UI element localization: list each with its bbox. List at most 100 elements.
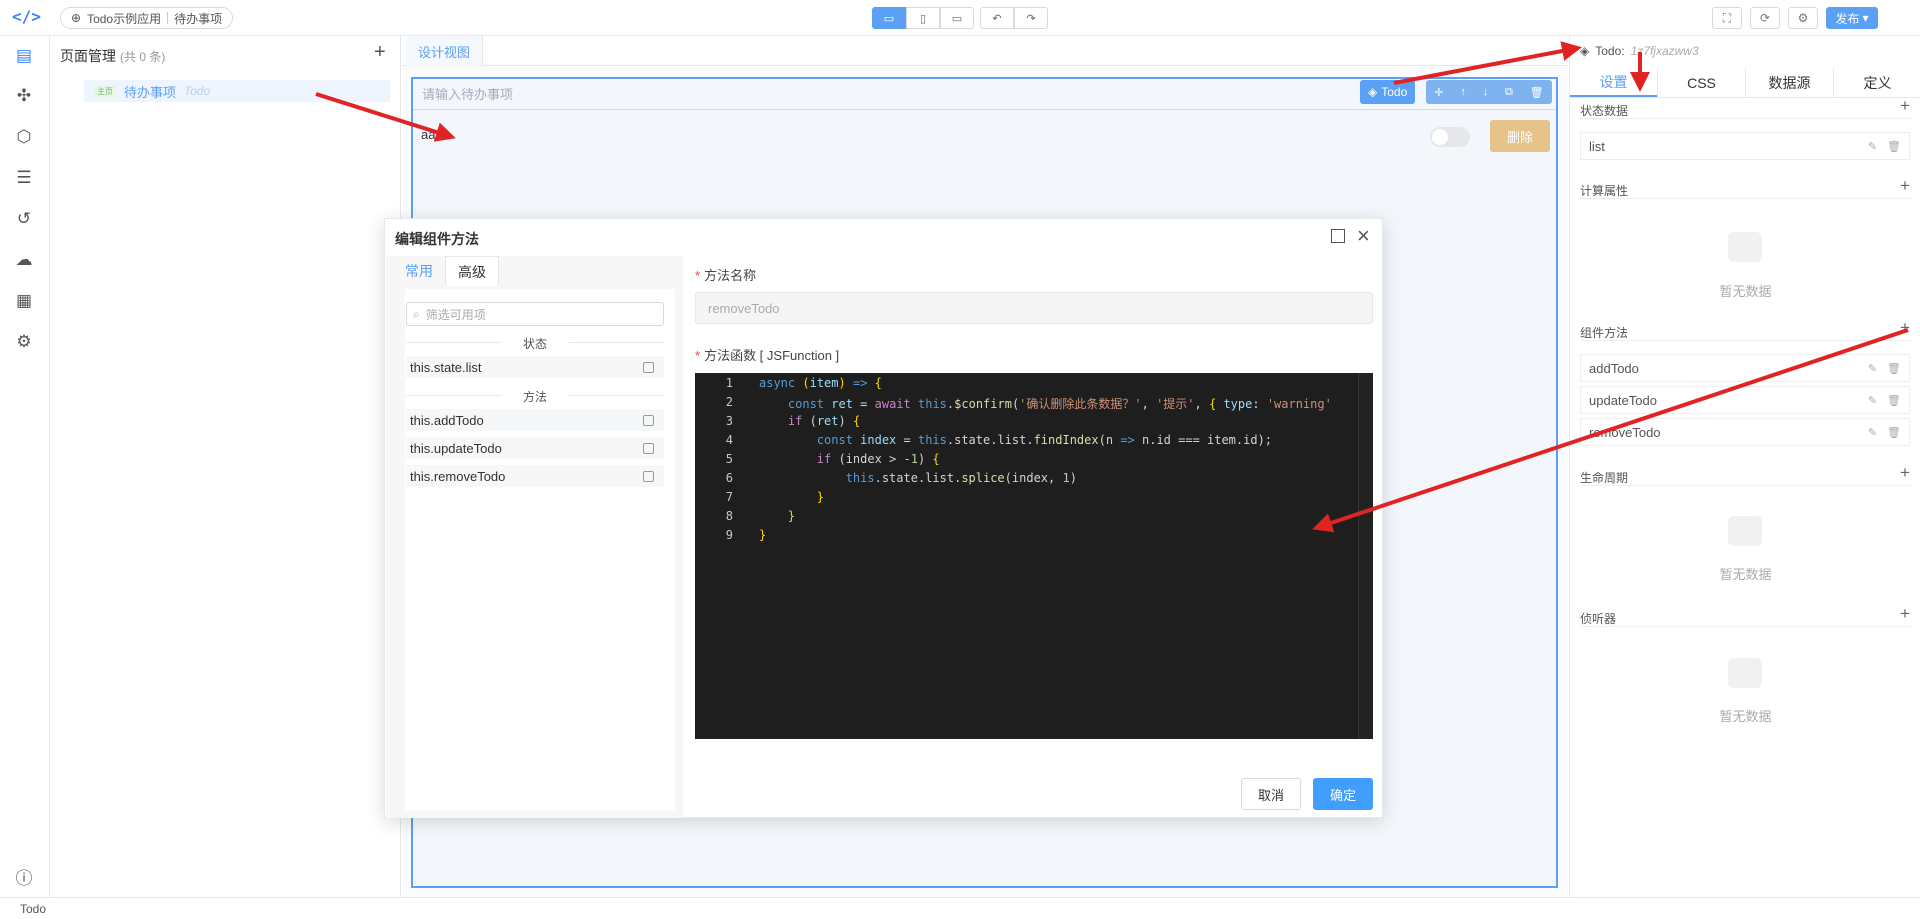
tab-definition[interactable]: 定义 [1833,68,1920,97]
gear-icon[interactable]: ⚙ [12,330,36,354]
add-state-icon[interactable]: + [1900,96,1910,116]
option-item[interactable]: this.removeTodo [406,465,664,487]
todo-done-toggle[interactable] [1430,127,1470,147]
close-icon[interactable]: × [1357,223,1370,249]
add-method-icon[interactable]: + [1900,318,1910,338]
cloud-api-icon[interactable]: ☁ [12,248,36,272]
page-name: 待办事项 [174,11,223,26]
component-id: 1z7fjxazww3 [1630,44,1699,58]
add-page-icon[interactable]: + [374,41,386,64]
undo-icon[interactable]: ↶ [980,7,1014,29]
method-item[interactable]: addTodo ✎ 🗑 [1580,354,1910,382]
tab-common[interactable]: 常用 [393,256,445,286]
apps-grid-icon[interactable]: ▦ [12,289,36,313]
tab-datasource[interactable]: 数据源 [1745,68,1833,97]
component-tools: ✛ ↑ ↓ ⧉ 🗑 [1426,80,1552,104]
layers-icon: ◈ [1580,44,1590,58]
tab-design-view[interactable]: 设计视图 [406,36,484,66]
maximize-icon[interactable] [1331,229,1345,243]
tree-icon[interactable]: ☰ [12,166,36,190]
method-name-input[interactable]: removeTodo [695,292,1373,324]
delete-icon[interactable]: 🗑 [1887,426,1901,439]
trash-icon[interactable]: 🗑 [1530,86,1544,99]
preview-icon[interactable]: ⛶ [1712,7,1742,29]
pages-icon[interactable]: ▤ [12,44,36,68]
add-lifecycle-icon[interactable]: + [1900,463,1910,483]
tab-advanced[interactable]: 高级 [445,256,499,286]
todo-input[interactable]: 请输入待办事项 [422,84,513,103]
group-state-label: 状态 [406,335,664,352]
mobile-icon[interactable]: ▯ [906,7,940,29]
page-panel-title: 页面管理 (共 0 条) [60,48,166,64]
left-icon-rail: ▤ ✣ ⬡ ☰ ↺ ☁ ▦ ⚙ ⓘ [0,36,50,897]
edit-method-dialog: 编辑组件方法 × 常用 高级 ⌕ 筛选可用项 状态 this.state.list… [384,218,1383,818]
section-watchers-title: 侦听器 [1580,612,1617,626]
code-editor[interactable]: 1 2 3 4 5 6 7 8 9 async (item) => { cons… [695,373,1373,739]
arrow-up-icon[interactable]: ↑ [1460,86,1466,98]
back-circle-icon[interactable]: ⊕ [71,11,81,25]
redo-icon[interactable]: ↷ [1014,7,1048,29]
delete-icon[interactable]: 🗑 [1887,362,1901,375]
info-icon[interactable]: ⓘ [12,864,36,888]
empty-box-icon [1728,516,1762,546]
component-header: ◈ Todo: 1z7fjxazww3 [1580,44,1699,58]
home-badge: 主页 [94,84,116,98]
publish-button[interactable]: 发布 ▾ [1826,7,1878,29]
add-computed-icon[interactable]: + [1900,176,1910,196]
dialog-title: 编辑组件方法 [395,231,479,247]
empty-watchers: 暂无数据 [1719,709,1772,724]
filter-input[interactable]: ⌕ 筛选可用项 [406,302,664,326]
method-item[interactable]: updateTodo ✎ 🗑 [1580,386,1910,414]
section-computed-title: 计算属性 [1580,184,1629,198]
refresh-icon[interactable]: ⟳ [1750,7,1780,29]
edit-icon[interactable]: ✎ [1868,426,1877,439]
method-item[interactable]: removeTodo ✎ 🗑 [1580,418,1910,446]
page-item-id: Todo [184,84,211,98]
option-item[interactable]: this.state.list [406,356,664,378]
tab-settings[interactable]: 设置 [1570,68,1657,97]
desktop-icon[interactable]: ▭ [872,7,906,29]
todo-item-text: aa [421,127,436,142]
move-icon[interactable]: ✛ [1434,86,1443,99]
delete-button[interactable]: 删除 [1490,120,1550,152]
method-name-label: * 方法名称 [695,268,757,283]
copy-icon[interactable]: ⧉ [1505,86,1513,99]
status-footer: Todo [0,897,1920,919]
page-item[interactable]: 主页 待办事项 Todo [84,80,390,102]
insert-icon[interactable] [643,470,654,482]
edit-icon[interactable]: ✎ [1868,394,1877,407]
cube-icon[interactable]: ⬡ [12,125,36,149]
insert-icon[interactable] [643,442,654,454]
option-item[interactable]: this.updateTodo [406,437,664,459]
insert-icon[interactable] [643,414,654,426]
page-management-panel: 页面管理 (共 0 条) + 主页 待办事项 Todo [50,36,401,897]
top-toolbar: </> ⊕ Todo示例应用 待办事项 ▭ ▯ ▭ ↶ ↷ ⛶ ⟳ ⚙ 发布 ▾ [0,0,1920,36]
section-methods-title: 组件方法 [1580,326,1629,340]
state-item[interactable]: list ✎ 🗑 [1580,132,1910,160]
section-state-title: 状态数据 [1580,104,1629,118]
insert-icon[interactable] [643,361,654,373]
edit-icon[interactable]: ✎ [1868,362,1877,375]
confirm-button[interactable]: 确定 [1313,778,1373,810]
delete-icon[interactable]: 🗑 [1887,394,1901,407]
settings-icon[interactable]: ⚙ [1788,7,1818,29]
properties-panel: ◈ Todo: 1z7fjxazww3 设置 CSS 数据源 定义 状态数据 +… [1569,36,1920,897]
history-icon[interactable]: ↺ [12,207,36,231]
arrow-down-icon[interactable]: ↓ [1483,86,1489,98]
edit-icon[interactable]: ✎ [1868,140,1877,153]
tab-css[interactable]: CSS [1657,68,1745,97]
method-function-label: * 方法函数 [ JSFunction ] [695,348,840,363]
puzzle-icon[interactable]: ✣ [12,84,36,108]
tablet-icon[interactable]: ▭ [940,7,974,29]
app-name: Todo示例应用 [87,11,162,26]
option-item[interactable]: this.addTodo [406,409,664,431]
app-breadcrumb[interactable]: ⊕ Todo示例应用 待办事项 [60,7,234,29]
empty-computed: 暂无数据 [1719,284,1772,299]
component-tag[interactable]: ◈ Todo [1360,80,1416,104]
group-methods-label: 方法 [406,388,664,405]
add-watcher-icon[interactable]: + [1900,604,1910,624]
delete-icon[interactable]: 🗑 [1887,140,1901,153]
search-icon: ⌕ [413,306,420,321]
chevron-down-icon: ▾ [1862,11,1869,25]
cancel-button[interactable]: 取消 [1241,778,1301,810]
